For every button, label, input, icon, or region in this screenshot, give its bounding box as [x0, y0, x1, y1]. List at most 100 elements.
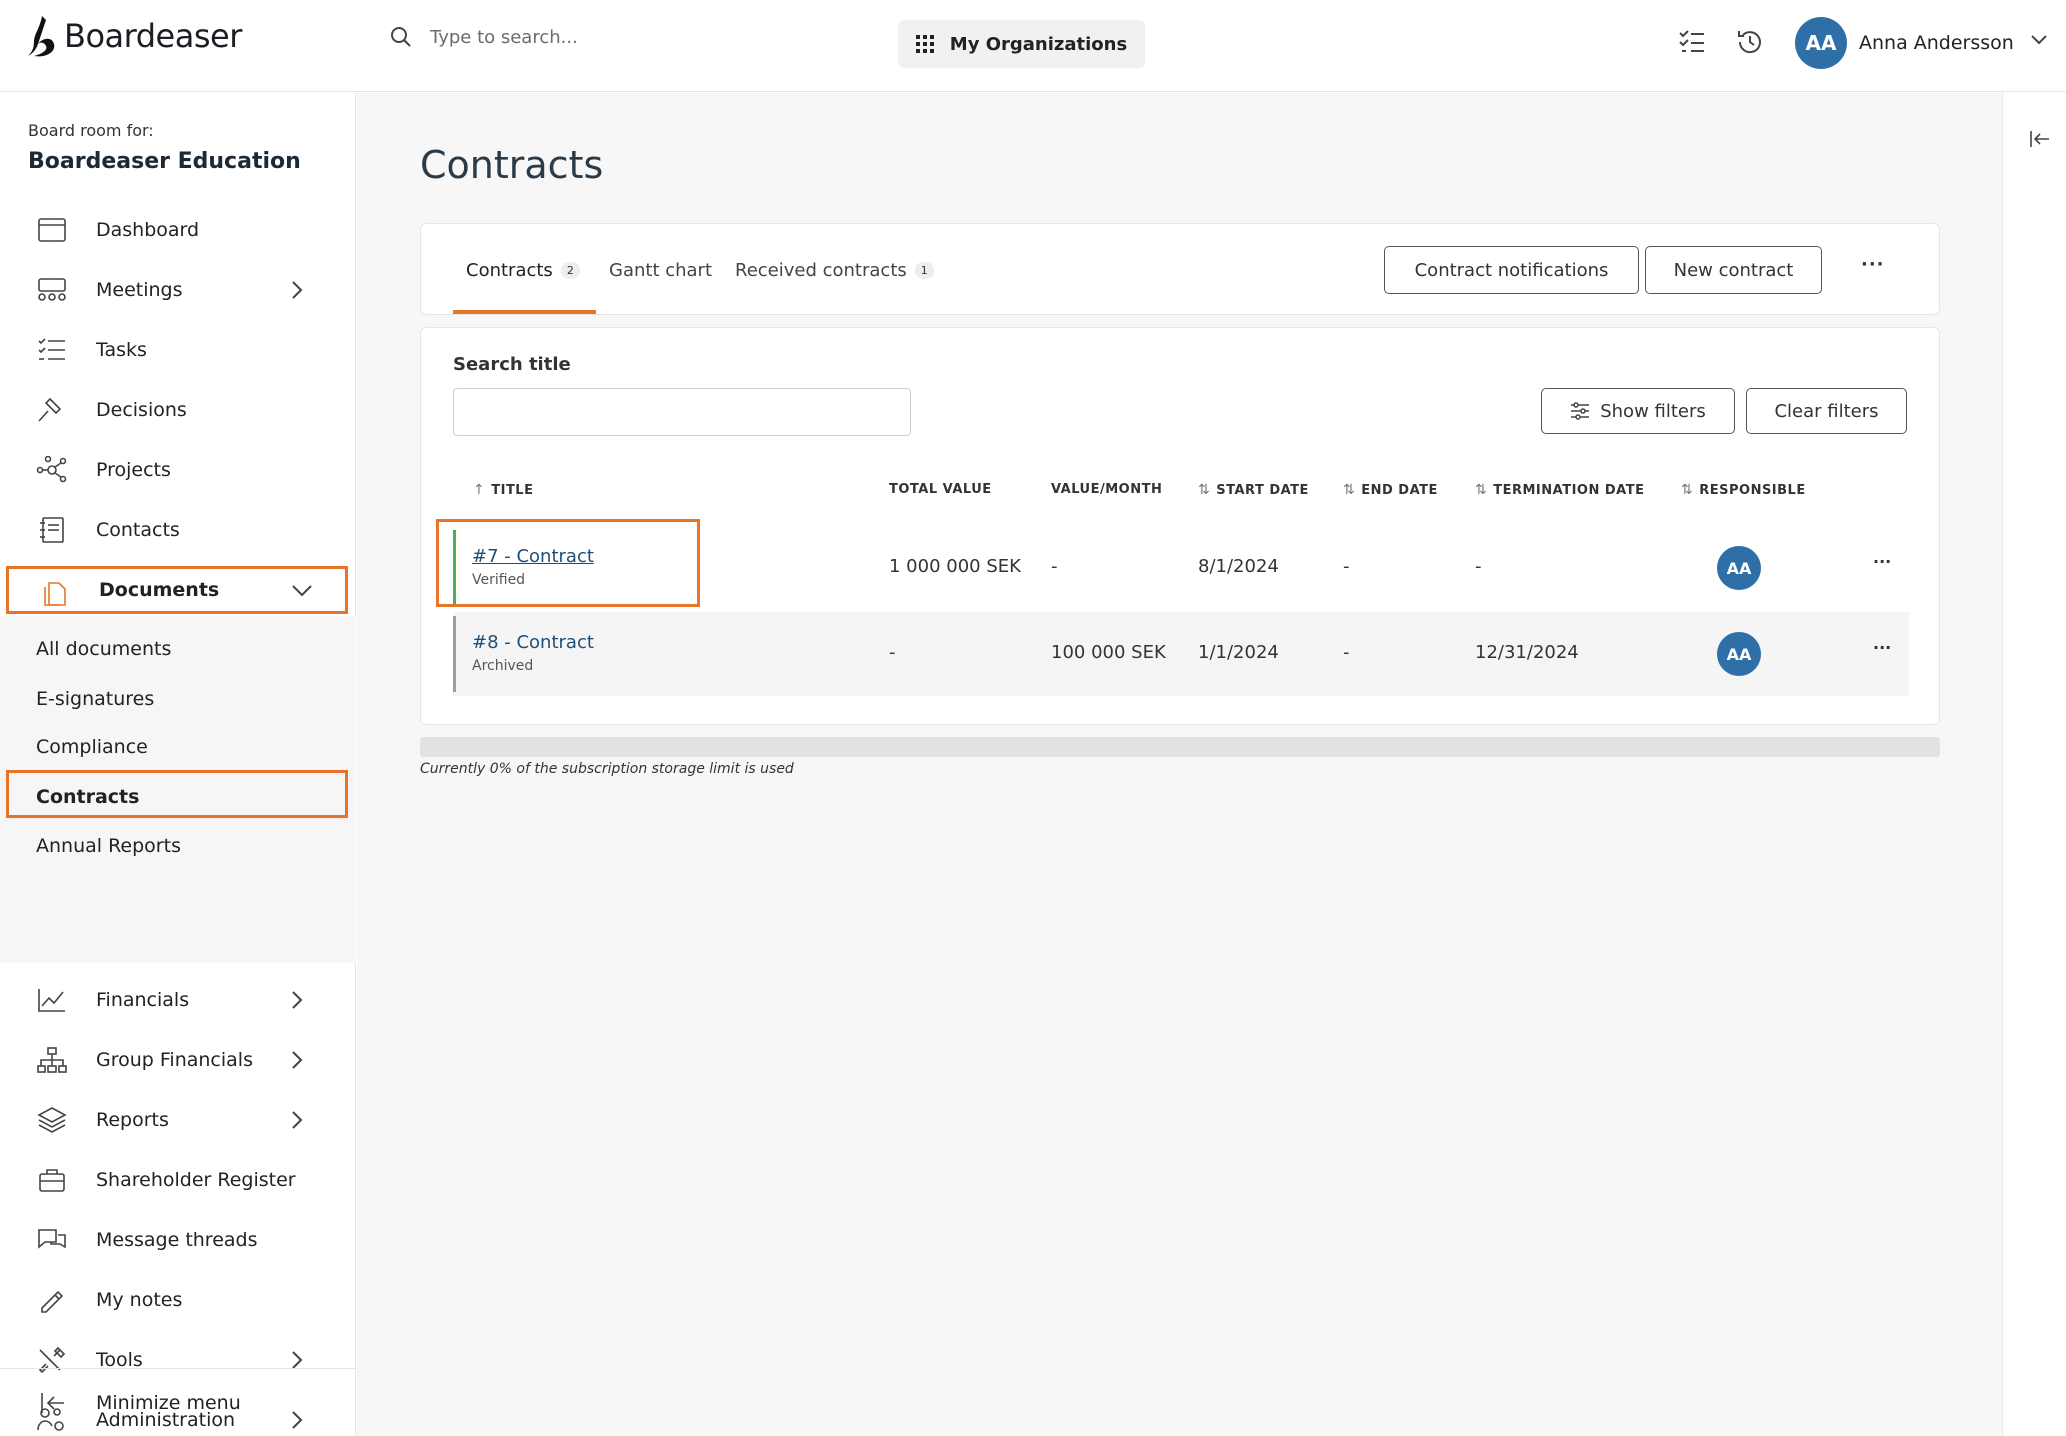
sidebar-item-decisions[interactable]: Decisions	[0, 383, 356, 437]
responsible-avatar: AA	[1717, 632, 1761, 676]
app-name: Boardeaser	[64, 17, 242, 55]
user-menu[interactable]: AA Anna Andersson	[1795, 17, 2014, 69]
user-avatar: AA	[1795, 17, 1847, 69]
responsible-avatar: AA	[1717, 546, 1761, 590]
column-header-responsible[interactable]: ⇅ RESPONSIBLE	[1681, 482, 1806, 498]
sliders-icon	[1571, 402, 1590, 420]
grid-icon	[915, 35, 934, 53]
address-book-icon	[40, 517, 64, 543]
network-icon	[36, 456, 67, 483]
sidebar-item-meetings[interactable]: Meetings	[0, 263, 356, 317]
tab-contracts[interactable]: Contracts 2	[466, 260, 580, 281]
sidebar-item-label: Documents	[99, 579, 220, 601]
calendar-icon	[38, 218, 66, 242]
table-row[interactable]: #8 - Contract Archived - 100 000 SEK 1/1…	[453, 612, 1909, 696]
sidebar-item-label: Message threads	[96, 1229, 258, 1251]
submenu-compliance[interactable]: Compliance	[36, 736, 148, 758]
meeting-icon	[38, 278, 66, 301]
sidebar-item-label: Shareholder Register	[96, 1169, 296, 1191]
sidebar-item-financials[interactable]: Financials	[0, 973, 356, 1027]
sort-icon: ⇅	[1475, 482, 1488, 498]
sidebar-item-shareholder-register[interactable]: Shareholder Register	[0, 1153, 356, 1207]
chevron-right-icon	[292, 1351, 303, 1369]
column-header-title[interactable]: ↑ TITLE	[473, 482, 533, 498]
minimize-menu-label: Minimize menu	[96, 1392, 241, 1414]
sidebar-item-dashboard[interactable]: Dashboard	[0, 203, 356, 257]
chat-icon	[38, 1229, 66, 1249]
collapse-right-panel-icon[interactable]	[2029, 129, 2051, 149]
search-icon	[391, 27, 411, 47]
submenu-e-signatures[interactable]: E-signatures	[36, 688, 154, 710]
board-name: Boardeaser Education	[28, 149, 301, 174]
my-organizations-button[interactable]: My Organizations	[898, 20, 1145, 68]
page-title: Contracts	[420, 143, 604, 187]
column-header-total-value[interactable]: TOTAL VALUE	[889, 482, 992, 497]
sidebar-item-label: Reports	[96, 1109, 169, 1131]
sort-icon: ⇅	[1681, 482, 1694, 498]
total-value: 1 000 000 SEK	[889, 556, 1021, 577]
active-tab-indicator	[453, 310, 596, 314]
global-search[interactable]	[390, 26, 750, 48]
column-header-label: TOTAL VALUE	[889, 482, 992, 497]
show-filters-button[interactable]: Show filters	[1541, 388, 1735, 434]
column-header-label: TERMINATION DATE	[1493, 482, 1645, 498]
top-bar: Boardeaser My Organizations AA Anna Ande…	[0, 0, 2066, 92]
tab-count-badge: 1	[914, 262, 934, 279]
storage-usage-text: Currently 0% of the subscription storage…	[420, 761, 794, 777]
logo[interactable]: Boardeaser	[26, 14, 242, 58]
sidebar-item-group-financials[interactable]: Group Financials	[0, 1033, 356, 1087]
chevron-right-icon	[292, 1111, 303, 1129]
sidebar-item-reports[interactable]: Reports	[0, 1093, 356, 1147]
sidebar-item-label: Financials	[96, 989, 190, 1011]
contract-notifications-button[interactable]: Contract notifications	[1384, 246, 1639, 294]
start-date: 1/1/2024	[1198, 642, 1279, 663]
column-header-termination-date[interactable]: ⇅ TERMINATION DATE	[1475, 482, 1644, 498]
minimize-menu-button[interactable]: Minimize menu	[0, 1376, 356, 1430]
tab-label: Gantt chart	[609, 260, 713, 281]
gavel-icon	[38, 397, 62, 422]
column-header-value-month[interactable]: VALUE/MONTH	[1051, 482, 1162, 497]
row-options-button[interactable]: ···	[1873, 552, 1891, 571]
sidebar-item-label: Contacts	[96, 519, 180, 541]
sidebar-item-label: My notes	[96, 1289, 183, 1311]
new-contract-button[interactable]: New contract	[1645, 246, 1822, 294]
sidebar-item-tasks[interactable]: Tasks	[0, 323, 356, 377]
submenu-annual-reports[interactable]: Annual Reports	[36, 835, 181, 857]
sidebar-item-message-threads[interactable]: Message threads	[0, 1213, 356, 1267]
row-options-button[interactable]: ···	[1873, 638, 1891, 657]
search-input[interactable]	[430, 26, 750, 48]
search-title-label: Search title	[453, 354, 571, 375]
show-filters-label: Show filters	[1600, 400, 1706, 422]
org-chart-icon	[37, 1047, 67, 1073]
my-organizations-label: My Organizations	[949, 33, 1128, 55]
end-date: -	[1343, 556, 1350, 577]
sidebar-item-projects[interactable]: Projects	[0, 443, 356, 497]
sort-icon: ⇅	[1198, 482, 1211, 498]
task-list-icon[interactable]	[1678, 28, 1706, 56]
history-icon[interactable]	[1736, 28, 1764, 56]
column-header-label: TITLE	[491, 482, 534, 498]
column-header-start-date[interactable]: ⇅ START DATE	[1198, 482, 1309, 498]
chevron-down-icon[interactable]	[2030, 34, 2048, 46]
tab-gantt-chart[interactable]: Gantt chart	[609, 260, 712, 281]
minimize-menu-area: Minimize menu	[0, 1368, 356, 1436]
submenu-all-documents[interactable]: All documents	[36, 638, 171, 660]
contract-highlight	[436, 519, 700, 607]
storage-usage-bar	[420, 737, 1940, 757]
sidebar-item-label: Projects	[96, 459, 171, 481]
contract-title-link[interactable]: #8 - Contract	[472, 632, 594, 653]
search-title-input[interactable]	[453, 388, 911, 436]
tab-label: Contracts	[466, 260, 553, 281]
column-header-label: VALUE/MONTH	[1051, 482, 1163, 497]
sort-icon: ⇅	[1343, 482, 1356, 498]
column-header-label: START DATE	[1216, 482, 1309, 498]
sidebar-item-contacts[interactable]: Contacts	[0, 503, 356, 557]
clear-filters-button[interactable]: Clear filters	[1746, 388, 1907, 434]
more-options-button[interactable]: ···	[1861, 254, 1885, 275]
column-header-end-date[interactable]: ⇅ END DATE	[1343, 482, 1438, 498]
tab-received-contracts[interactable]: Received contracts 1	[735, 260, 934, 281]
main-content: Contracts Contracts 2 Gantt chart Receiv…	[357, 93, 2002, 1436]
sidebar-item-documents[interactable]: Documents	[6, 566, 348, 614]
total-value: -	[889, 642, 896, 663]
sidebar-item-my-notes[interactable]: My notes	[0, 1273, 356, 1327]
